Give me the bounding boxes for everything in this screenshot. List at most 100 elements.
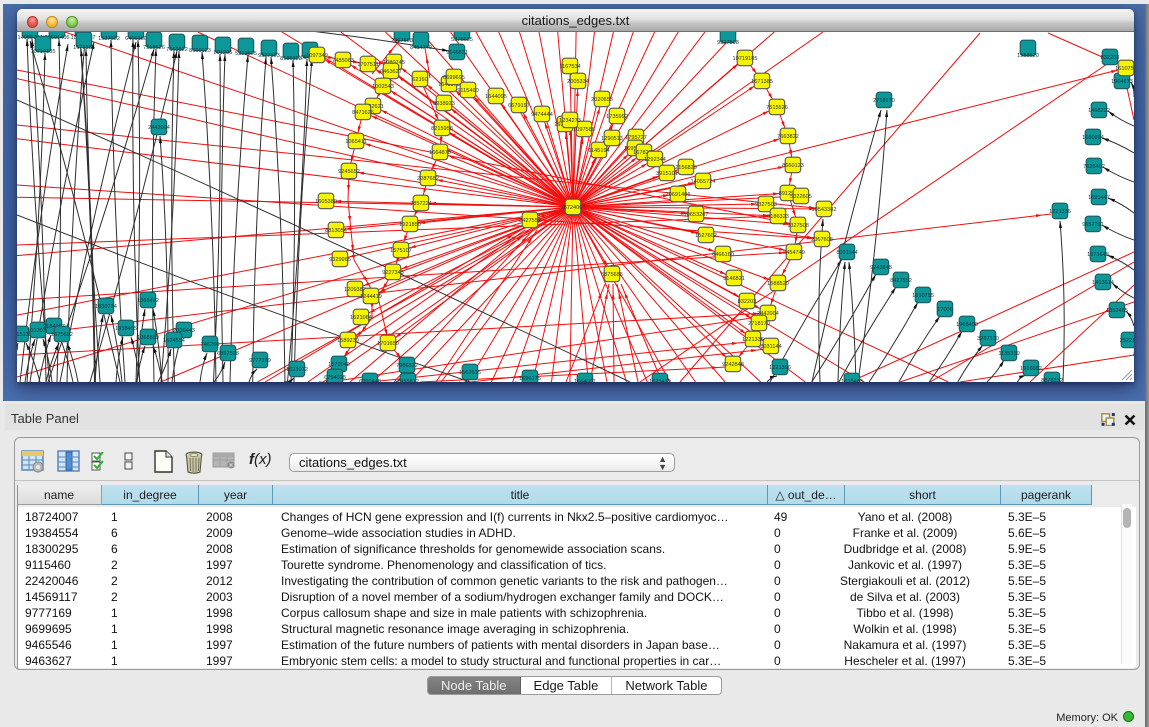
svg-text:1221336: 1221336 [742, 337, 764, 343]
svg-text:1589239: 1589239 [337, 338, 359, 344]
svg-text:9245652: 9245652 [338, 169, 360, 175]
svg-text:1610755: 1610755 [1115, 66, 1134, 72]
svg-text:10653267: 10653267 [684, 212, 709, 218]
svg-text:2367608: 2367608 [811, 237, 833, 243]
svg-text:1621072: 1621072 [286, 367, 308, 373]
svg-text:1904673: 1904673 [1111, 79, 1133, 85]
svg-text:891295: 891295 [214, 50, 233, 56]
svg-text:9242848: 9242848 [870, 265, 892, 271]
svg-text:1938455: 1938455 [115, 326, 137, 332]
svg-text:2087682: 2087682 [417, 176, 439, 182]
svg-text:1610755: 1610755 [912, 293, 934, 299]
svg-text:1916682: 1916682 [1020, 366, 1042, 372]
svg-text:10719185: 10719185 [733, 56, 758, 62]
svg-text:7955812: 7955812 [397, 379, 419, 382]
svg-text:9463627: 9463627 [380, 69, 402, 75]
svg-text:1588520: 1588520 [767, 281, 789, 287]
svg-text:9146821: 9146821 [723, 276, 745, 282]
svg-text:1167534: 1167534 [559, 64, 580, 70]
svg-text:1002543: 1002543 [372, 84, 394, 90]
svg-text:1292344: 1292344 [644, 157, 666, 163]
svg-text:1221396: 1221396 [769, 365, 791, 371]
svg-text:8454749: 8454749 [410, 45, 432, 51]
svg-text:1621064: 1621064 [350, 315, 372, 321]
svg-text:9329965: 9329965 [329, 257, 351, 263]
svg-text:7485063: 7485063 [332, 58, 354, 64]
svg-text:2718170: 2718170 [873, 98, 895, 104]
svg-text:1065411: 1065411 [345, 139, 366, 145]
svg-text:1352485: 1352485 [1106, 308, 1128, 314]
svg-text:1562615: 1562615 [459, 370, 481, 376]
svg-text:9474444: 9474444 [531, 112, 553, 118]
svg-text:1145194: 1145194 [588, 148, 609, 154]
svg-text:1068860: 1068860 [137, 335, 159, 341]
svg-text:8813054: 8813054 [325, 228, 347, 234]
svg-text:8454749: 8454749 [783, 250, 805, 256]
svg-text:18724007: 18724007 [561, 205, 586, 211]
svg-text:1965498: 1965498 [956, 322, 978, 328]
svg-text:5322605: 5322605 [790, 194, 812, 200]
svg-text:9657791: 9657791 [1082, 222, 1104, 228]
svg-text:746266: 746266 [201, 342, 220, 348]
svg-text:8938923: 8938923 [433, 101, 455, 107]
svg-text:1575107: 1575107 [390, 248, 412, 254]
svg-text:6699695: 6699695 [443, 75, 465, 81]
svg-text:6466160: 6466160 [712, 252, 734, 258]
svg-text:62160: 62160 [412, 77, 428, 83]
svg-text:2156829: 2156829 [675, 165, 697, 171]
svg-text:9227343: 9227343 [382, 270, 404, 276]
svg-text:7625402: 7625402 [1083, 164, 1105, 170]
svg-text:6466160: 6466160 [125, 36, 147, 42]
svg-text:8427552: 8427552 [890, 278, 912, 284]
svg-text:1413614: 1413614 [1092, 280, 1114, 286]
svg-text:2005334: 2005334 [567, 79, 589, 85]
svg-text:9242848: 9242848 [722, 362, 744, 368]
svg-text:5875685: 5875685 [601, 272, 623, 278]
svg-text:1644095: 1644095 [485, 94, 507, 100]
svg-text:8186323: 8186323 [767, 214, 789, 220]
svg-text:832203: 832203 [1101, 55, 1120, 61]
svg-text:8878332: 8878332 [1041, 378, 1063, 382]
svg-text:2020653: 2020653 [591, 97, 613, 103]
svg-text:6679197: 6679197 [508, 103, 530, 109]
svg-text:1830724: 1830724 [95, 304, 117, 310]
svg-text:1664878: 1664878 [429, 150, 451, 156]
svg-text:20691406: 20691406 [666, 192, 691, 198]
svg-text:1675692: 1675692 [51, 332, 73, 338]
svg-text:1664091: 1664091 [574, 379, 596, 382]
svg-text:17006: 17006 [937, 307, 953, 313]
svg-text:1615483: 1615483 [841, 379, 863, 382]
svg-text:1135359: 1135359 [998, 351, 1019, 357]
svg-text:1290513: 1290513 [601, 136, 623, 142]
svg-text:9327503: 9327503 [258, 53, 280, 59]
svg-text:2442004: 2442004 [148, 125, 170, 131]
svg-text:1365492: 1365492 [137, 298, 159, 304]
svg-text:8031144: 8031144 [760, 344, 781, 350]
svg-text:6897508: 6897508 [217, 351, 239, 357]
svg-text:1097349: 1097349 [306, 53, 328, 59]
svg-text:1696175: 1696175 [519, 376, 541, 382]
svg-text:5875685: 5875685 [451, 37, 473, 43]
svg-text:8660123: 8660123 [782, 163, 804, 169]
svg-text:9146821: 9146821 [446, 50, 468, 56]
svg-text:1572040: 1572040 [328, 362, 350, 368]
svg-text:8031144: 8031144 [836, 250, 857, 256]
svg-text:1221336: 1221336 [1049, 209, 1071, 215]
svg-text:3915101: 3915101 [656, 171, 678, 177]
svg-text:14055724: 14055724 [691, 179, 716, 185]
svg-text:10543382: 10543382 [812, 207, 837, 213]
svg-text:6794028: 6794028 [324, 375, 346, 381]
svg-text:7663822: 7663822 [777, 134, 799, 140]
svg-text:832203: 832203 [738, 299, 757, 305]
svg-text:1371648: 1371648 [1087, 252, 1109, 258]
svg-text:252214: 252214 [1120, 338, 1134, 344]
svg-text:1605380: 1605380 [315, 199, 337, 205]
svg-text:9327508: 9327508 [787, 223, 809, 229]
svg-text:7515526: 7515526 [143, 45, 165, 51]
svg-text:8471626: 8471626 [352, 110, 374, 116]
svg-text:10719185: 10719185 [31, 49, 56, 55]
svg-text:2718170: 2718170 [748, 321, 770, 327]
svg-text:8427552: 8427552 [519, 218, 541, 224]
svg-text:1234273: 1234273 [559, 118, 581, 124]
svg-text:1671385: 1671385 [751, 79, 773, 85]
